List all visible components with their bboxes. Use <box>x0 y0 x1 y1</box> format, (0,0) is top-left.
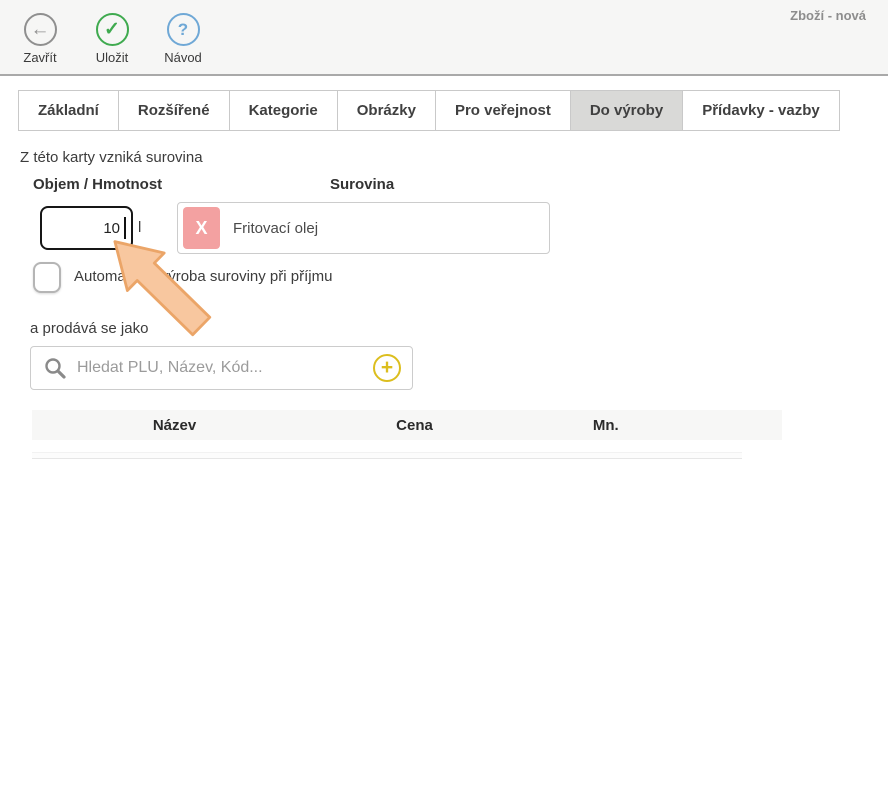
auto-production-checkbox[interactable] <box>33 262 61 293</box>
volume-label: Objem / Hmotnost <box>33 176 162 193</box>
table-header-row: Název Cena Mn. <box>32 410 782 440</box>
search-input[interactable] <box>77 359 373 377</box>
help-button[interactable]: ? Návod <box>163 13 203 65</box>
tab-rozsirene[interactable]: Rozšířené <box>118 90 230 131</box>
help-button-label: Návod <box>164 50 202 65</box>
section-label: Z této karty vzniká surovina <box>20 149 203 166</box>
table-empty-row <box>32 452 742 459</box>
tab-do-vyroby[interactable]: Do výroby <box>570 90 683 131</box>
ingredient-field[interactable]: X Fritovací olej <box>177 202 550 254</box>
tab-pridavky-vazby[interactable]: Přídavky - vazby <box>682 90 840 131</box>
ingredient-label: Surovina <box>330 176 394 193</box>
save-button-label: Uložit <box>96 50 129 65</box>
add-item-button[interactable]: + <box>373 354 401 382</box>
pointer-arrow-icon <box>98 232 220 345</box>
tab-zakladni[interactable]: Základní <box>18 90 119 131</box>
question-icon: ? <box>167 13 200 46</box>
back-arrow-icon: ← <box>24 13 57 46</box>
ingredient-value: Fritovací olej <box>233 220 318 237</box>
tab-pro-verejnost[interactable]: Pro veřejnost <box>435 90 571 131</box>
search-box: + <box>30 346 413 390</box>
tab-obrazky[interactable]: Obrázky <box>337 90 436 131</box>
check-icon: ✓ <box>96 13 129 46</box>
tab-bar: Základní Rozšířené Kategorie Obrázky Pro… <box>18 90 840 131</box>
product-edit-window: ← Zavřít ✓ Uložit ? Návod Zboží - nová Z… <box>0 0 888 804</box>
save-button[interactable]: ✓ Uložit <box>92 13 132 65</box>
tab-kategorie[interactable]: Kategorie <box>229 90 338 131</box>
table-header-nazev: Název <box>32 417 317 434</box>
close-button-label: Zavřít <box>23 50 56 65</box>
search-icon <box>43 356 67 380</box>
close-button[interactable]: ← Zavřít <box>20 13 60 65</box>
table-header-mn: Mn. <box>512 417 700 434</box>
items-table: Název Cena Mn. <box>32 410 782 459</box>
page-title: Zboží - nová <box>790 8 866 23</box>
table-header-cena: Cena <box>317 417 512 434</box>
toolbar: ← Zavřít ✓ Uložit ? Návod Zboží - nová <box>0 0 888 76</box>
